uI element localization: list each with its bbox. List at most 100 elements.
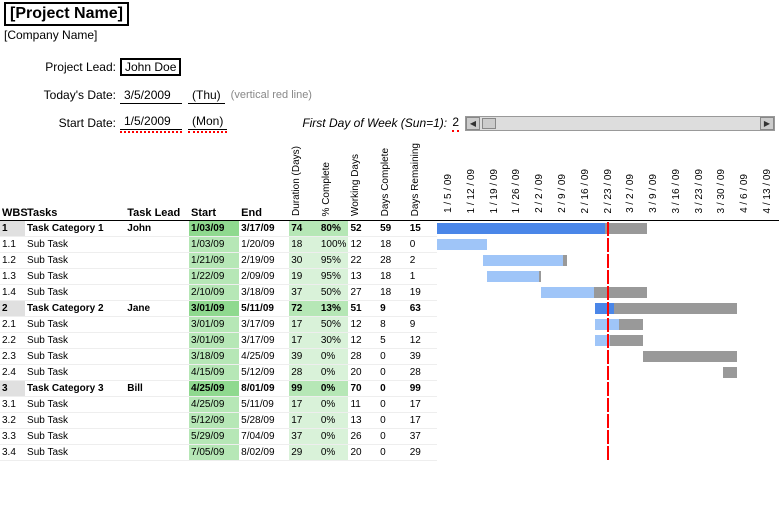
cell[interactable]: 37 [408,429,438,445]
cell[interactable]: 0% [319,397,349,413]
cell[interactable]: 12 [348,317,378,333]
cell[interactable]: 3.3 [0,429,25,445]
cell[interactable] [125,237,189,253]
cell[interactable] [125,365,189,381]
cell[interactable]: 17 [289,413,319,429]
cell[interactable]: 5/12/09 [239,365,289,381]
scroll-left-icon[interactable]: ◀ [466,117,480,130]
cell[interactable]: 0 [378,349,408,365]
table-row[interactable]: 3.2Sub Task5/12/095/28/09170%13017 [0,413,779,429]
cell[interactable]: Sub Task [25,365,125,381]
cell[interactable]: 12 [348,333,378,349]
cell[interactable] [125,317,189,333]
cell[interactable]: Task Category 1 [25,221,125,237]
cell[interactable]: 3/17/09 [239,333,289,349]
cell[interactable]: 29 [289,445,319,461]
cell[interactable]: 2/10/09 [189,285,239,301]
cell[interactable]: 18 [289,237,319,253]
cell[interactable]: 39 [289,349,319,365]
cell[interactable]: 0% [319,381,349,397]
cell[interactable]: 0 [378,397,408,413]
cell[interactable]: 19 [408,285,438,301]
cell[interactable]: 3/01/09 [189,317,239,333]
cell[interactable]: 95% [319,269,349,285]
cell[interactable]: 5/11/09 [239,301,289,317]
cell[interactable]: 1/03/09 [189,221,239,237]
cell[interactable]: 99 [289,381,319,397]
cell[interactable]: Task Category 2 [25,301,125,317]
cell[interactable]: 72 [289,301,319,317]
cell[interactable]: Sub Task [25,269,125,285]
first-day-input[interactable]: 2 [452,115,459,129]
cell[interactable]: 17 [289,397,319,413]
cell[interactable]: 0 [378,429,408,445]
cell[interactable]: 17 [408,413,438,429]
cell[interactable]: 8 [378,317,408,333]
cell[interactable]: 80% [319,221,349,237]
cell[interactable]: 99 [408,381,438,397]
cell[interactable]: 2.3 [0,349,25,365]
cell[interactable]: 0% [319,429,349,445]
table-row[interactable]: 2.1Sub Task3/01/093/17/091750%1289 [0,317,779,333]
cell[interactable]: 3.4 [0,445,25,461]
cell[interactable]: 74 [289,221,319,237]
cell[interactable]: Task Category 3 [25,381,125,397]
cell[interactable]: 28 [289,365,319,381]
cell[interactable]: 52 [348,221,378,237]
cell[interactable]: 2.1 [0,317,25,333]
cell[interactable]: 11 [348,397,378,413]
cell[interactable]: 0% [319,365,349,381]
cell[interactable]: 7/04/09 [239,429,289,445]
cell[interactable]: 13 [348,413,378,429]
cell[interactable]: 1/22/09 [189,269,239,285]
cell[interactable]: 2/19/09 [239,253,289,269]
cell[interactable] [125,429,189,445]
cell[interactable] [125,253,189,269]
cell[interactable]: 2.2 [0,333,25,349]
cell[interactable]: 5/11/09 [239,397,289,413]
cell[interactable]: 0 [378,413,408,429]
scroll-right-icon[interactable]: ▶ [760,117,774,130]
cell[interactable]: 9 [408,317,438,333]
cell[interactable]: 20 [348,445,378,461]
cell[interactable]: 3/01/09 [189,301,239,317]
cell[interactable]: 2.4 [0,365,25,381]
cell[interactable]: 17 [289,317,319,333]
cell[interactable]: Sub Task [25,253,125,269]
cell[interactable]: 59 [378,221,408,237]
scroll-thumb[interactable] [482,118,496,129]
start-date-input[interactable]: 1/5/2009 [120,113,182,130]
cell[interactable]: 4/25/09 [239,349,289,365]
cell[interactable]: 5 [378,333,408,349]
cell[interactable]: 18 [378,237,408,253]
table-row[interactable]: 3.1Sub Task4/25/095/11/09170%11017 [0,397,779,413]
cell[interactable]: 3.2 [0,413,25,429]
table-row[interactable]: 1.2Sub Task1/21/092/19/093095%22282 [0,253,779,269]
cell[interactable] [125,397,189,413]
cell[interactable]: 0% [319,349,349,365]
cell[interactable]: 50% [319,317,349,333]
table-row[interactable]: 3.3Sub Task5/29/097/04/09370%26037 [0,429,779,445]
cell[interactable]: 1 [0,221,25,237]
cell[interactable]: 3/17/09 [239,317,289,333]
cell[interactable]: John [125,221,189,237]
cell[interactable]: 0 [378,445,408,461]
cell[interactable]: 27 [348,285,378,301]
cell[interactable]: 13 [348,269,378,285]
cell[interactable]: 28 [408,365,438,381]
cell[interactable]: 12 [348,237,378,253]
cell[interactable]: 3 [0,381,25,397]
cell[interactable]: 51 [348,301,378,317]
cell[interactable]: 17 [289,333,319,349]
cell[interactable]: Sub Task [25,285,125,301]
cell[interactable]: 37 [289,429,319,445]
cell[interactable]: 12 [408,333,438,349]
cell[interactable]: 8/01/09 [239,381,289,397]
cell[interactable]: 4/15/09 [189,365,239,381]
cell[interactable]: 37 [289,285,319,301]
today-date-input[interactable]: 3/5/2009 [120,87,182,104]
cell[interactable]: 20 [348,365,378,381]
cell[interactable]: 30% [319,333,349,349]
table-row[interactable]: 2.2Sub Task3/01/093/17/091730%12512 [0,333,779,349]
cell[interactable]: 5/29/09 [189,429,239,445]
